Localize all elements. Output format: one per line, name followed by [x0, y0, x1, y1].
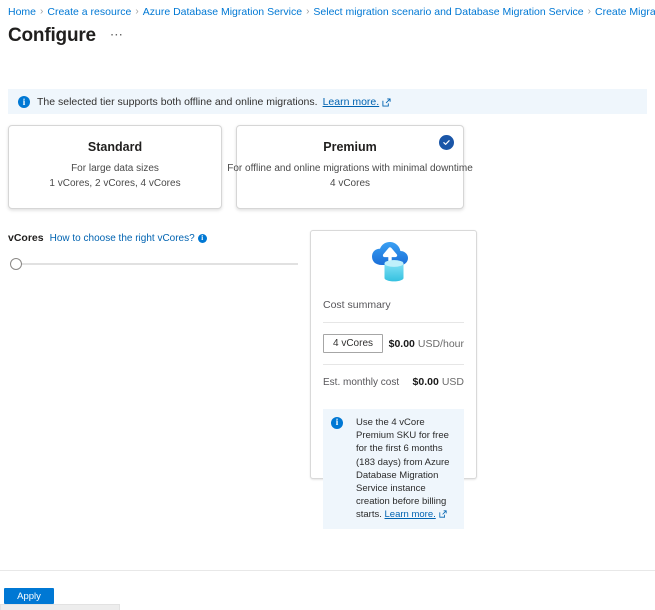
- apply-button[interactable]: Apply: [4, 588, 54, 604]
- free-tier-note: i Use the 4 vCore Premium SKU for free f…: [323, 409, 464, 529]
- vcore-count-chip: 4 vCores: [323, 334, 384, 353]
- breadcrumb-item-select-migration-scenario[interactable]: Select migration scenario and Database M…: [313, 5, 583, 19]
- vcores-label: vCores: [8, 232, 44, 244]
- breadcrumb-separator: ›: [135, 6, 139, 17]
- breadcrumb-item-create-a-resource[interactable]: Create a resource: [47, 5, 131, 19]
- monthly-price-unit: USD: [441, 376, 464, 388]
- info-icon: i: [18, 95, 30, 108]
- info-banner: i The selected tier supports both offlin…: [8, 89, 647, 114]
- tier-card-standard[interactable]: Standard For large data sizes 1 vCores, …: [8, 125, 222, 209]
- monthly-cost-label: Est. monthly cost: [323, 376, 400, 388]
- cost-hourly-row: 4 vCores $0.00 USD/hour: [323, 323, 464, 364]
- info-icon: i: [331, 417, 343, 429]
- info-banner-text: The selected tier supports both offline …: [37, 95, 318, 108]
- free-tier-note-text: Use the 4 vCore Premium SKU for free for…: [356, 417, 450, 521]
- vcores-header: vCores How to choose the right vCores? i: [8, 232, 298, 244]
- breadcrumb-item-create-migration-service[interactable]: Create Migration Service: [595, 5, 655, 19]
- vcores-section: vCores How to choose the right vCores? i: [8, 232, 298, 272]
- cost-summary-title: Cost summary: [323, 299, 391, 311]
- tier-card-list: Standard For large data sizes 1 vCores, …: [8, 125, 473, 209]
- tier-cores: 1 vCores, 2 vCores, 4 vCores: [49, 178, 181, 189]
- slider-track: [12, 263, 298, 265]
- breadcrumb-separator: ›: [306, 6, 310, 17]
- breadcrumb-separator: ›: [40, 6, 44, 17]
- external-link-icon: [382, 98, 391, 107]
- tier-description: For large data sizes: [71, 163, 159, 174]
- tier-name: Premium: [323, 140, 377, 154]
- title-row: Configure ⋯: [0, 19, 655, 47]
- vcores-help-link[interactable]: How to choose the right vCores?: [50, 233, 195, 244]
- breadcrumb-item-azure-database-migration-service[interactable]: Azure Database Migration Service: [143, 5, 302, 19]
- slider-thumb[interactable]: [10, 258, 22, 270]
- browser-status-strip: [0, 604, 120, 610]
- breadcrumb: Home › Create a resource › Azure Databas…: [0, 0, 655, 19]
- selected-check-icon: [439, 135, 454, 150]
- page-title: Configure: [8, 25, 96, 46]
- breadcrumb-item-home[interactable]: Home: [8, 5, 36, 19]
- tier-description: For offline and online migrations with m…: [227, 163, 473, 174]
- configure-blade: Home › Create a resource › Azure Databas…: [0, 0, 655, 610]
- free-tier-note-body: Use the 4 vCore Premium SKU for free for…: [356, 416, 456, 522]
- cost-monthly-row: Est. monthly cost $0.00 USD: [323, 365, 464, 399]
- tier-cores: 4 vCores: [329, 178, 370, 189]
- vcores-slider[interactable]: [8, 256, 298, 272]
- cost-summary-panel: Cost summary 4 vCores $0.00 USD/hour Est.…: [310, 230, 477, 529]
- hourly-price-value: $0.00: [388, 337, 415, 350]
- monthly-price-value: $0.00: [412, 376, 439, 388]
- azure-database-migration-service-icon: [323, 241, 464, 287]
- tier-card-premium[interactable]: Premium For offline and online migration…: [227, 125, 473, 209]
- breadcrumb-separator: ›: [587, 6, 591, 17]
- tier-name: Standard: [87, 140, 143, 154]
- external-link-icon: [439, 509, 448, 519]
- hourly-price: $0.00 USD/hour: [389, 338, 464, 350]
- monthly-price: $0.00 USD: [413, 376, 464, 388]
- footer-divider: [0, 570, 655, 571]
- hourly-price-unit: USD/hour: [417, 337, 464, 350]
- banner-learn-more-link[interactable]: Learn more.: [323, 96, 380, 108]
- note-learn-more-link[interactable]: Learn more.: [385, 509, 436, 520]
- info-icon[interactable]: i: [197, 233, 207, 243]
- overflow-menu-button[interactable]: ⋯: [110, 27, 124, 43]
